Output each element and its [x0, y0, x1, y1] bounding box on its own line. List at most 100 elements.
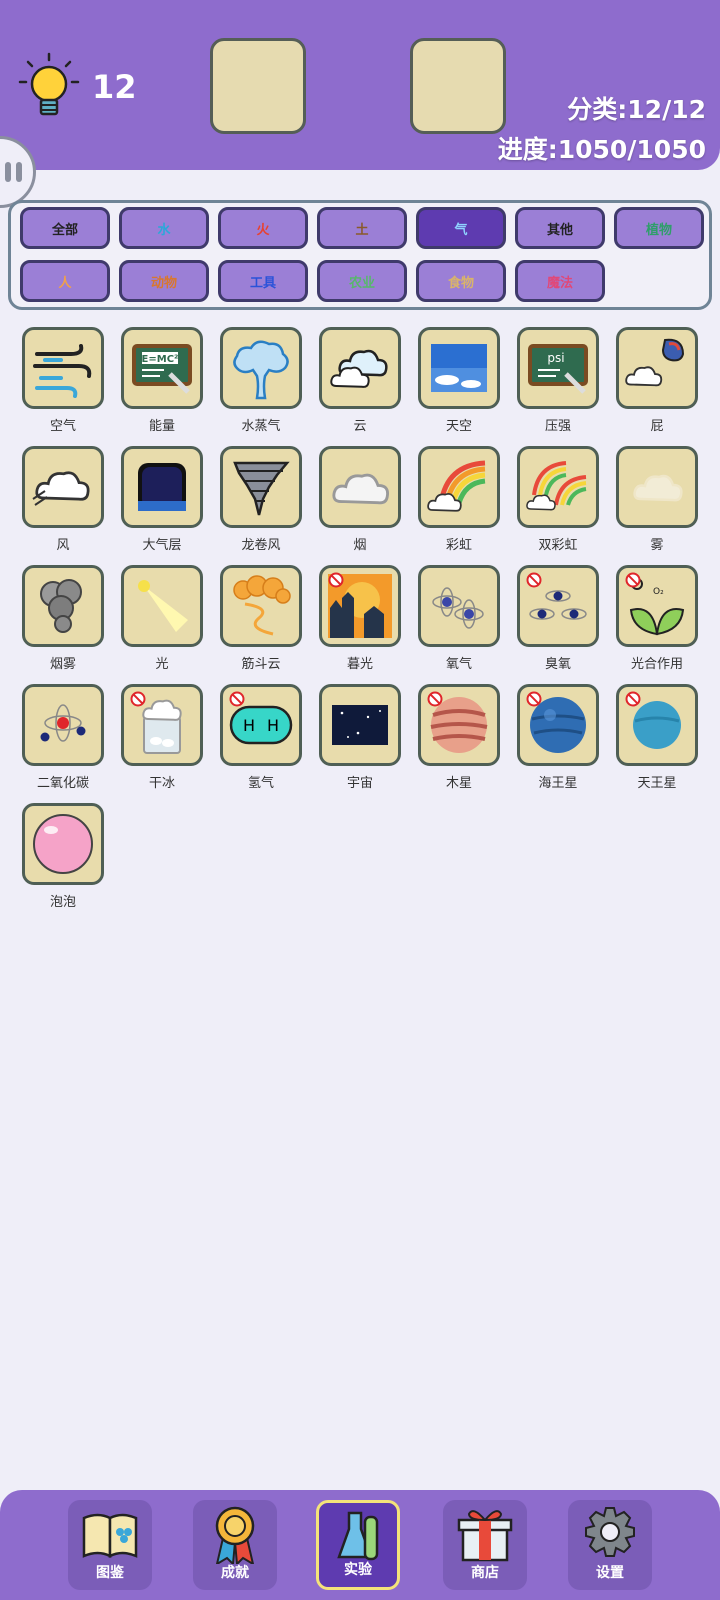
- element-tile[interactable]: [319, 327, 401, 409]
- element-tile[interactable]: [121, 684, 203, 766]
- element-tile[interactable]: [418, 684, 500, 766]
- svg-text:O₂: O₂: [653, 587, 664, 597]
- element-label: 天王星: [637, 776, 677, 791]
- filter-chip[interactable]: 动物: [119, 260, 209, 302]
- double-rainbow-icon: [526, 461, 587, 511]
- blocked-icon: [526, 572, 542, 588]
- blocked-icon: [427, 691, 443, 707]
- element-label: 大气层: [142, 538, 182, 553]
- element-label: 屁: [650, 419, 664, 434]
- element-label: 双彩虹: [538, 538, 578, 553]
- element-label: 天空: [445, 419, 472, 434]
- element-tile[interactable]: [616, 327, 698, 409]
- chalkboard-emc2-icon: E=MC²: [132, 344, 192, 394]
- filter-chip[interactable]: 工具: [218, 260, 308, 302]
- chalkboard-psi-icon: psi: [528, 344, 588, 394]
- gift-icon: [457, 1510, 513, 1562]
- element-tile[interactable]: [319, 684, 401, 766]
- gear-icon: [585, 1507, 635, 1557]
- combine-slot-right[interactable]: [410, 38, 506, 134]
- nav-label: 设置: [596, 1565, 624, 1581]
- element-tile[interactable]: [616, 684, 698, 766]
- oxygen-icon: [432, 587, 484, 629]
- filter-chip[interactable]: 其他: [515, 207, 605, 249]
- element-tile[interactable]: [22, 327, 104, 409]
- element-tile[interactable]: [418, 327, 500, 409]
- element-tile[interactable]: [121, 565, 203, 647]
- filter-chip[interactable]: 气: [416, 207, 506, 249]
- element-label: 氢气: [247, 776, 274, 791]
- element-tile[interactable]: HH: [220, 684, 302, 766]
- filter-chip[interactable]: 土: [317, 207, 407, 249]
- filter-chip[interactable]: 植物: [614, 207, 704, 249]
- progress-stat: 进度:1050/1050: [497, 135, 706, 164]
- element-tile[interactable]: [418, 565, 500, 647]
- gust-icon: [32, 471, 90, 506]
- filter-chip-label: 人: [58, 275, 72, 291]
- smog-icon: [40, 579, 82, 633]
- filter-chip-label: 土: [355, 222, 369, 238]
- element-label: 彩虹: [445, 538, 472, 553]
- element-label: 氧气: [445, 657, 472, 672]
- magic-cloud-icon: [233, 575, 291, 636]
- filter-chip[interactable]: 食物: [416, 260, 506, 302]
- filter-chip[interactable]: 全部: [20, 207, 110, 249]
- element-tile[interactable]: [616, 446, 698, 528]
- element-label: 云: [353, 419, 367, 434]
- element-tile[interactable]: E=MC²: [121, 327, 203, 409]
- co2-icon: [40, 704, 86, 742]
- sky-icon: [431, 344, 487, 392]
- nav-label: 图鉴: [96, 1565, 124, 1581]
- element-tile[interactable]: [22, 803, 104, 885]
- wind-icon: [33, 344, 92, 398]
- element-tile[interactable]: [517, 446, 599, 528]
- nav-button[interactable]: 设置: [568, 1500, 652, 1590]
- filter-chip[interactable]: 农业: [317, 260, 407, 302]
- clouds-icon: [330, 349, 388, 388]
- filter-chip-label: 工具: [249, 275, 276, 291]
- element-label: 暮光: [346, 657, 373, 672]
- filter-chip[interactable]: 魔法: [515, 260, 605, 302]
- nav-button[interactable]: 成就: [193, 1500, 277, 1590]
- element-label: 干冰: [148, 776, 175, 791]
- element-label: 木星: [445, 776, 472, 791]
- blocked-icon: [130, 691, 146, 707]
- element-label: 压强: [544, 419, 571, 434]
- element-tile[interactable]: [517, 565, 599, 647]
- element-tile[interactable]: [22, 446, 104, 528]
- smoke-icon: [332, 473, 389, 505]
- element-tile[interactable]: [319, 446, 401, 528]
- filter-chip-label: 农业: [348, 275, 375, 291]
- element-tile[interactable]: [22, 565, 104, 647]
- combine-slot-left[interactable]: [210, 38, 306, 134]
- filter-chip-label: 全部: [51, 222, 78, 238]
- filter-chip-label: 动物: [150, 275, 177, 291]
- lightbulb-icon[interactable]: [18, 52, 80, 122]
- element-tile[interactable]: psi: [517, 327, 599, 409]
- element-tile[interactable]: [220, 446, 302, 528]
- nav-button[interactable]: 图鉴: [68, 1500, 152, 1590]
- filter-chip-label: 火: [256, 222, 270, 238]
- filter-chip[interactable]: 火: [218, 207, 308, 249]
- element-label: 光合作用: [630, 657, 683, 672]
- element-tile[interactable]: [220, 327, 302, 409]
- nav-button[interactable]: 商店: [443, 1500, 527, 1590]
- nav-button[interactable]: 实验: [316, 1500, 400, 1590]
- element-tile[interactable]: [22, 684, 104, 766]
- svg-text:H: H: [243, 716, 255, 735]
- element-tile[interactable]: [517, 684, 599, 766]
- space-icon: [332, 705, 388, 745]
- element-label: 水蒸气: [241, 419, 281, 434]
- element-tile[interactable]: [121, 446, 203, 528]
- element-tile[interactable]: [319, 565, 401, 647]
- category-stat: 分类:12/12: [567, 95, 706, 124]
- element-tile[interactable]: O₂: [616, 565, 698, 647]
- filter-chip[interactable]: 水: [119, 207, 209, 249]
- filter-chip-label: 植物: [645, 222, 672, 238]
- element-tile[interactable]: [220, 565, 302, 647]
- element-tile[interactable]: [418, 446, 500, 528]
- filter-chip[interactable]: 人: [20, 260, 110, 302]
- filter-chip-label: 气: [454, 222, 468, 238]
- svg-text:E=MC²: E=MC²: [142, 354, 179, 365]
- hint-count: 12: [92, 68, 137, 106]
